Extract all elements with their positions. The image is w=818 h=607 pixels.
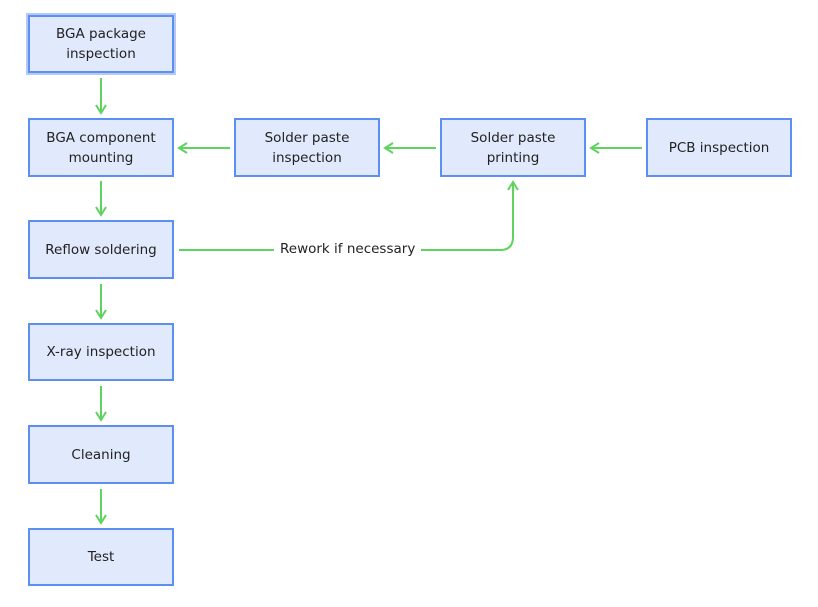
node-reflow-soldering[interactable]: Reflow soldering bbox=[28, 220, 174, 279]
flowchart: BGA package inspection BGA component mou… bbox=[0, 0, 818, 607]
rework-edge-label: Rework if necessary bbox=[274, 241, 422, 257]
connectors bbox=[95, 78, 642, 525]
node-test[interactable]: Test bbox=[28, 528, 174, 586]
node-label: Test bbox=[87, 549, 115, 565]
node-bga-component-mounting[interactable]: BGA component mounting bbox=[28, 118, 174, 177]
node-cleaning[interactable]: Cleaning bbox=[28, 425, 174, 484]
node-label: Solder paste printing bbox=[470, 129, 556, 166]
node-label: BGA package inspection bbox=[55, 26, 146, 62]
node-label: Solder paste inspection bbox=[264, 129, 350, 166]
arrow-rework bbox=[179, 182, 513, 251]
node-label: Reflow soldering bbox=[45, 241, 157, 258]
node-label: Cleaning bbox=[71, 446, 131, 463]
node-label: X-ray inspection bbox=[46, 344, 156, 360]
node-solder-paste-printing[interactable]: Solder paste printing bbox=[440, 118, 586, 177]
node-pcb-inspection[interactable]: PCB inspection bbox=[646, 118, 792, 177]
node-xray-inspection[interactable]: X-ray inspection bbox=[28, 323, 174, 381]
node-label: PCB inspection bbox=[668, 139, 770, 156]
node-label: BGA component mounting bbox=[46, 129, 156, 166]
node-solder-paste-inspection[interactable]: Solder paste inspection bbox=[234, 118, 380, 177]
node-bga-package-inspection[interactable]: BGA package inspection bbox=[26, 13, 176, 75]
